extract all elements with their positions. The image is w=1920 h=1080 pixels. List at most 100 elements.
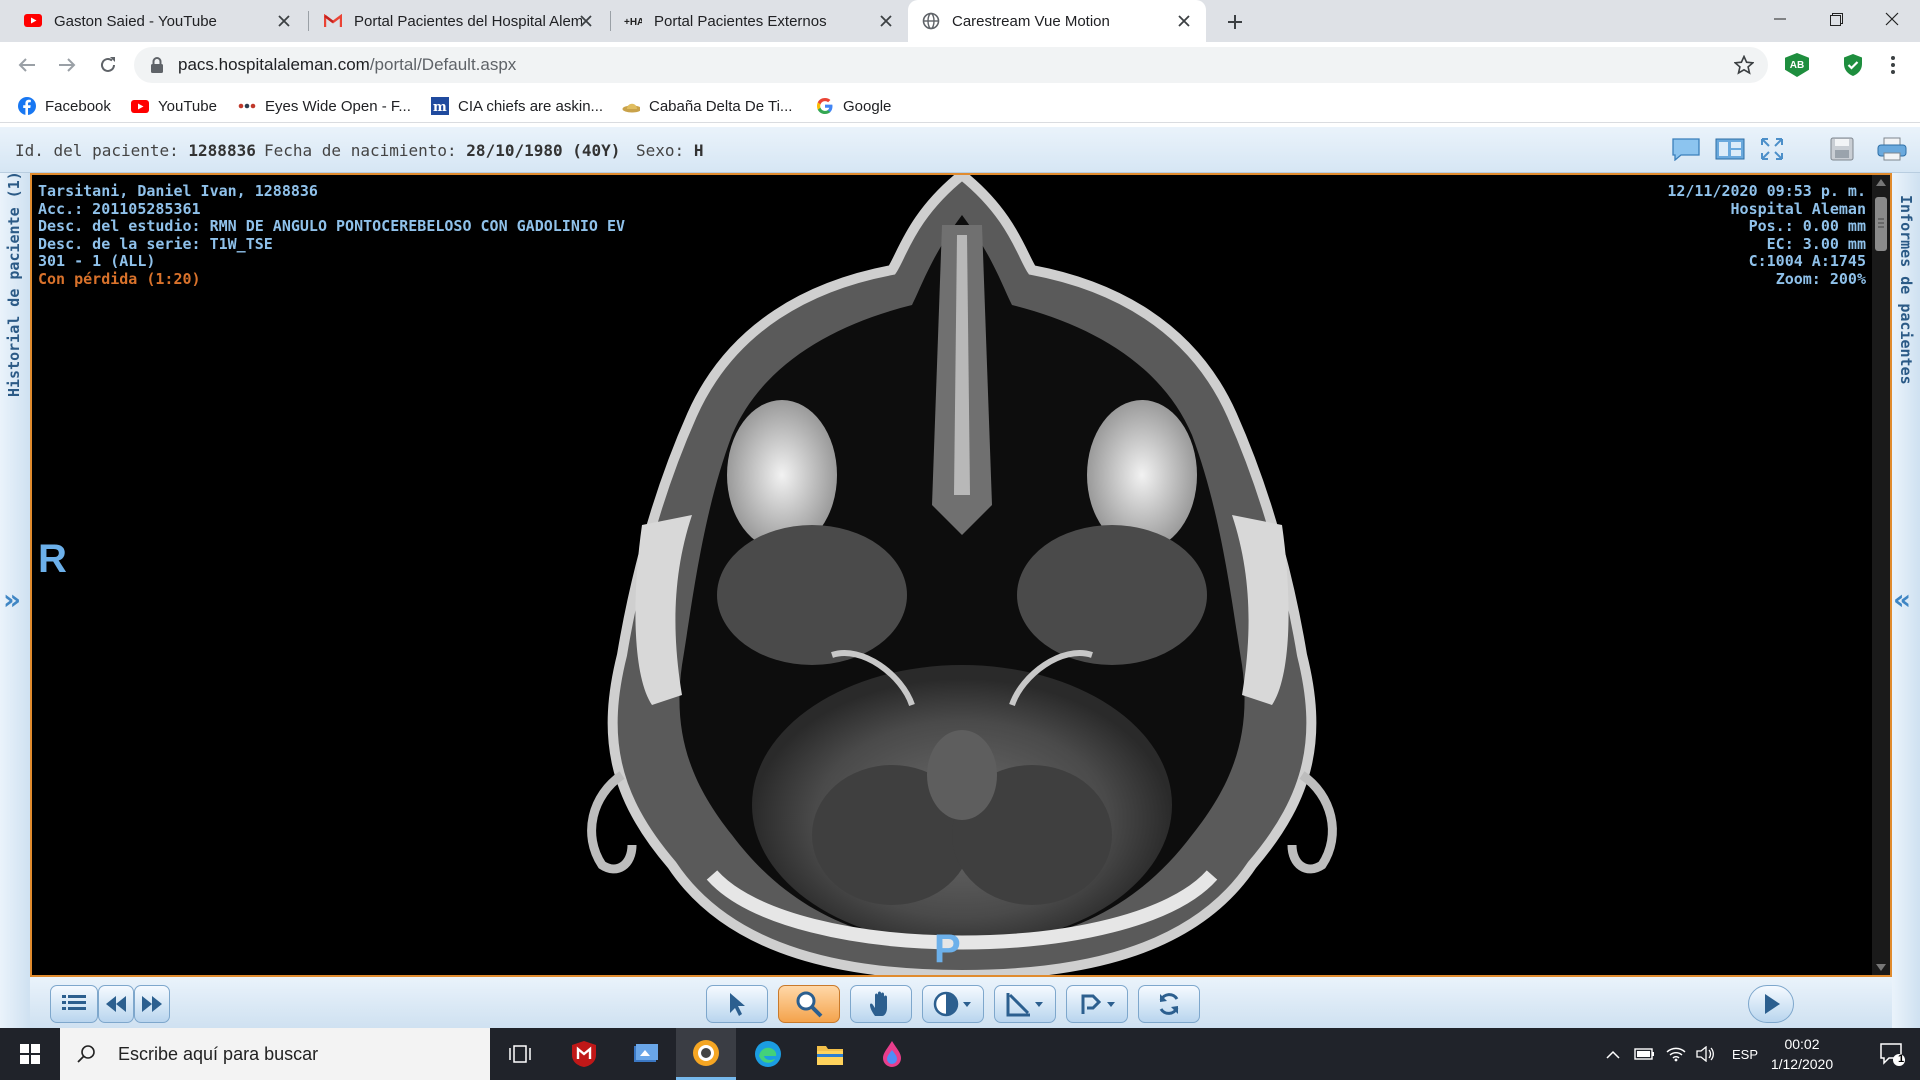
acquisition-info-overlay: 12/11/2020 09:53 p. m. Hospital Aleman P… [1667,182,1866,289]
slice-thickness: EC: 3.00 mm [1766,234,1866,253]
image-viewer[interactable]: Tarsitani, Daniel Ivan, 1288836 Acc.: 20… [30,173,1892,977]
pointer-tool-button[interactable] [706,985,768,1023]
close-window-button[interactable] [1864,0,1920,38]
task-view-button[interactable] [490,1028,550,1080]
close-tab-icon[interactable] [274,11,294,31]
globe-icon [922,12,940,30]
zoom-tool-button[interactable] [778,985,840,1023]
measure-tool-button[interactable] [994,985,1056,1023]
close-tab-icon[interactable] [576,11,596,31]
bookmark-google[interactable]: Google [816,94,891,118]
tab-portal-externos[interactable]: +HA Portal Pacientes Externos [612,0,908,42]
cine-play-button[interactable] [1748,985,1794,1023]
list-icon [62,995,86,1010]
series-list-button[interactable] [50,985,98,1023]
ruler-dropdown-icon [1006,993,1043,1017]
shield-check-icon[interactable] [1841,53,1865,77]
image-scrollbar[interactable] [1872,175,1890,975]
bookmark-cia-chiefs[interactable]: m CIA chiefs are askin... [431,94,603,118]
clock[interactable]: 00:02 1/12/2020 [1762,1034,1842,1074]
notifications-button[interactable]: 1 [1864,1028,1920,1080]
contrast-dropdown-icon [933,991,971,1017]
task-view-icon [509,1045,531,1063]
youtube-icon [24,12,42,30]
start-button[interactable] [0,1028,60,1080]
browser-app-icon [693,1039,719,1066]
youtube-icon [131,97,149,115]
bookmark-cabana-delta[interactable]: Cabaña Delta De Ti... [622,94,792,118]
edge-taskbar-button[interactable] [738,1028,798,1080]
window-level: C:1004 A:1745 [1748,252,1866,271]
study-description-line: Desc. del estudio: RMN DE ANGULO PONTOCE… [38,217,625,236]
app-taskbar-button[interactable] [616,1028,676,1080]
expand-left-panel-icon[interactable]: » [3,583,21,616]
rotate-figure-dropdown-icon [1081,994,1115,1014]
zoom-level: Zoom: 200% [1775,269,1866,288]
expand-right-panel-icon[interactable]: « [1893,583,1911,616]
clock-time: 00:02 [1784,1036,1820,1052]
menu-kebab-icon[interactable] [1881,53,1905,77]
new-tab-button[interactable] [1222,9,1248,35]
close-tab-icon[interactable] [1174,11,1194,31]
tab-title: Portal Pacientes del Hospital Alem [354,12,582,30]
expand-icon[interactable] [1756,134,1788,164]
hat-icon [622,97,640,115]
bookmark-youtube[interactable]: YouTube [131,94,217,118]
layout-icon[interactable] [1714,134,1746,164]
battery-icon[interactable] [1634,1047,1656,1061]
save-icon[interactable] [1826,134,1858,164]
volume-icon[interactable] [1696,1046,1716,1062]
patient-history-panel[interactable]: Historial de paciente (1) » [0,171,30,1028]
cursor-arrow-icon [730,993,745,1016]
window-level-tool-button[interactable] [922,985,984,1023]
back-button[interactable] [13,51,41,79]
edge-icon [755,1041,781,1067]
wifi-icon[interactable] [1666,1046,1686,1062]
notification-count: 1 [1898,1053,1905,1065]
forward-button[interactable] [53,51,81,79]
bookmarks-bar: Facebook YouTube Eyes Wide Open - F... m… [0,88,1920,123]
next-series-button[interactable] [134,985,170,1023]
taskbar-search-box[interactable]: Escribe aquí para buscar [60,1028,490,1080]
tab-youtube[interactable]: Gaston Saied - YouTube [0,0,306,42]
paint-taskbar-button[interactable] [862,1028,922,1080]
bookmark-eyes-wide-open[interactable]: Eyes Wide Open - F... [238,94,411,118]
restore-button[interactable] [1808,0,1864,38]
previous-series-button[interactable] [98,985,134,1023]
tab-carestream[interactable]: Carestream Vue Motion [908,0,1206,42]
mcafee-taskbar-button[interactable] [554,1028,614,1080]
patient-name-line: Tarsitani, Daniel Ivan, 1288836 [38,182,318,200]
tab-title: Carestream Vue Motion [952,12,1110,30]
patient-reports-panel[interactable]: Informes de pacientes « [1892,173,1920,1028]
minimize-button[interactable] [1752,0,1808,38]
address-bar[interactable]: pacs.hospitalaleman.com/portal/Default.a… [134,47,1768,83]
dots-icon [238,97,256,115]
chrome-taskbar-button[interactable] [676,1028,736,1080]
mri-scan-image[interactable] [32,175,1890,975]
svg-text:+HA: +HA [624,17,642,27]
adblock-icon[interactable]: AB [1785,53,1809,77]
bookmark-facebook[interactable]: Facebook [18,94,111,118]
tab-title: Gaston Saied - YouTube [54,12,217,30]
reload-button[interactable] [94,51,122,79]
patient-dob: Fecha de nacimiento: 28/10/1980 (40Y) [264,141,621,160]
reset-button[interactable] [1138,985,1200,1023]
bookmark-star-icon[interactable] [1734,55,1754,75]
tab-gmail[interactable]: Portal Pacientes del Hospital Alem [310,0,608,42]
browser-tab-strip: Gaston Saied - YouTube Portal Pacientes … [0,0,1920,42]
rotate-tool-button[interactable] [1066,985,1128,1023]
comment-icon[interactable] [1670,134,1702,164]
print-icon[interactable] [1876,134,1908,164]
viewer-toolbar [30,977,1892,1028]
facebook-icon [18,97,36,115]
chevron-up-icon[interactable] [1606,1049,1620,1059]
app-window-icon [634,1044,658,1062]
close-tab-icon[interactable] [876,11,896,31]
file-explorer-taskbar-button[interactable] [800,1028,860,1080]
drop-icon [883,1041,901,1067]
pan-tool-button[interactable] [850,985,912,1023]
clock-date: 1/12/2020 [1770,1056,1834,1072]
hand-icon [870,991,887,1016]
compression-warning: Con pérdida (1:20) [38,269,201,288]
language-indicator[interactable]: ESP [1732,1047,1758,1062]
